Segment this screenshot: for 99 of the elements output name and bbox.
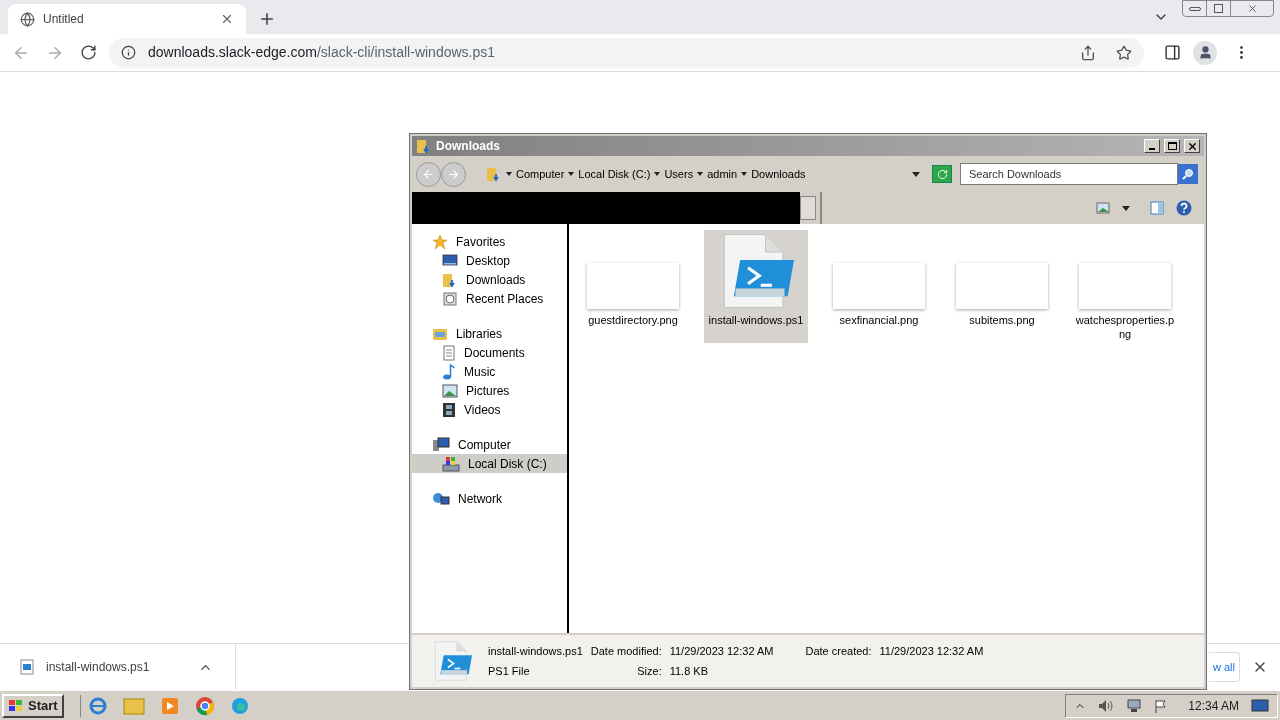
file-name: subitems.png (969, 313, 1035, 328)
search-field[interactable]: Search Downloads (960, 163, 1178, 185)
url-text: downloads.slack-edge.com/slack-cli/install-windows.ps1 (148, 43, 497, 62)
picture-icon (442, 383, 458, 398)
nav-item[interactable]: Documents (412, 343, 567, 362)
back-icon (422, 167, 435, 181)
breadcrumb-item[interactable]: Downloads (751, 165, 806, 183)
start-button[interactable]: Start (2, 693, 64, 718)
network-icon[interactable] (1126, 698, 1143, 713)
caret-icon[interactable] (568, 172, 575, 176)
breadcrumb-item[interactable]: Users (664, 165, 694, 183)
nav-item[interactable]: Music (412, 362, 567, 381)
flag-icon[interactable] (1154, 698, 1169, 713)
star-icon (432, 233, 448, 250)
new-tab-icon[interactable] (258, 10, 276, 28)
file-item[interactable]: guestdirectory.png (581, 230, 685, 343)
file-item[interactable]: subitems.png (950, 230, 1054, 343)
reload-icon[interactable] (80, 44, 97, 61)
nav-item[interactable]: Videos (412, 400, 567, 419)
field-value: 11.8 KB (669, 664, 710, 679)
maximize-button[interactable] (1164, 139, 1180, 153)
file-type: PS1 File (488, 664, 531, 679)
computer-icon (432, 436, 450, 453)
file-name: install-windows.ps1 (488, 643, 583, 659)
share-icon[interactable] (1080, 44, 1096, 61)
close-icon (1246, 3, 1258, 14)
nav-item[interactable]: Desktop (412, 251, 567, 270)
address-bar[interactable]: downloads.slack-edge.com/slack-cli/install-windows.ps1 (109, 37, 1144, 68)
nav-item[interactable]: Recent Places (412, 289, 567, 308)
file-item[interactable]: watchesproperties.png (1073, 230, 1177, 343)
speaker-icon[interactable] (1098, 698, 1115, 713)
file-name: sexfinancial.png (839, 313, 919, 328)
close-icon (1186, 140, 1198, 152)
clock: 12:34 AM (1188, 697, 1239, 715)
views-icon[interactable] (1096, 202, 1110, 214)
forward-icon (447, 167, 460, 181)
caret-icon[interactable] (1122, 205, 1130, 211)
caret-icon[interactable] (506, 172, 512, 176)
file-name: guestdirectory.png (588, 313, 678, 328)
script-file-icon (432, 641, 472, 681)
film-icon (442, 401, 456, 418)
nav-item[interactable]: Local Disk (C:) (412, 454, 567, 473)
field-value: 11/29/2023 12:32 AM (669, 643, 774, 659)
windows-logo (8, 698, 24, 713)
network-icon (432, 490, 450, 507)
show-desktop-icon[interactable] (1251, 698, 1269, 713)
file-name: install-windows.ps1 (708, 313, 804, 328)
caret-icon[interactable] (697, 172, 704, 176)
music-note-icon (442, 363, 456, 380)
person-icon (1197, 45, 1213, 60)
field-label: Size: (636, 664, 662, 679)
caret-icon[interactable] (912, 171, 920, 177)
breadcrumb-item[interactable]: Local Disk (C:) (578, 165, 651, 183)
document-icon (442, 344, 456, 361)
globe-icon (20, 11, 35, 27)
refresh-icon (936, 168, 948, 180)
caret-icon[interactable] (654, 172, 661, 176)
help-icon[interactable] (1176, 200, 1192, 216)
breadcrumb-item[interactable]: admin (707, 165, 738, 183)
breadcrumb-item[interactable]: Computer (516, 165, 565, 183)
monitor-icon (442, 253, 458, 268)
file-item[interactable]: sexfinancial.png (827, 230, 931, 343)
folder-icon (416, 138, 432, 154)
window-title: Downloads (436, 138, 501, 155)
side-panel-icon[interactable] (1164, 44, 1181, 61)
nav-item[interactable]: Network (412, 489, 567, 508)
browser-icon[interactable] (88, 696, 107, 715)
chrome-icon[interactable] (194, 695, 215, 716)
download-name: install-windows.ps1 (46, 659, 151, 676)
folder-icon (486, 166, 502, 182)
tab-title: Untitled (43, 11, 85, 28)
profile-button[interactable] (1193, 40, 1217, 65)
caret-icon[interactable] (741, 172, 748, 176)
info-icon[interactable] (121, 45, 136, 60)
clock-icon (442, 290, 458, 307)
folder-icon (442, 271, 458, 288)
scroll-thumb (800, 196, 816, 220)
refresh-button[interactable] (932, 165, 952, 183)
bookmark-icon[interactable] (1116, 44, 1132, 61)
field-label: Date modified: (590, 643, 662, 659)
close-button[interactable] (1184, 139, 1200, 153)
file-icon (20, 659, 34, 675)
nav-item[interactable]: Computer (412, 435, 567, 454)
file-item[interactable]: install-windows.ps1 (704, 230, 808, 343)
search-button[interactable] (1178, 164, 1198, 184)
show-all-button[interactable]: w all (1209, 652, 1240, 682)
nav-item[interactable]: Pictures (412, 381, 567, 400)
drive-icon (442, 455, 460, 472)
field-label: Date created: (805, 643, 872, 659)
breadcrumb-bar[interactable]: Computer Local Disk (C:) Users admin Downloads (482, 162, 924, 186)
search-icon (1182, 168, 1194, 180)
folder-icon (432, 326, 448, 341)
browser-tab[interactable]: Untitled (8, 4, 246, 34)
nav-item[interactable]: Downloads (412, 270, 567, 289)
nav-item[interactable]: Libraries (412, 324, 567, 343)
nav-item[interactable]: Favorites (412, 232, 567, 251)
file-name: watchesproperties.png (1074, 313, 1176, 341)
field-value: 11/29/2023 12:32 AM (879, 643, 984, 659)
close-icon[interactable] (220, 12, 234, 26)
